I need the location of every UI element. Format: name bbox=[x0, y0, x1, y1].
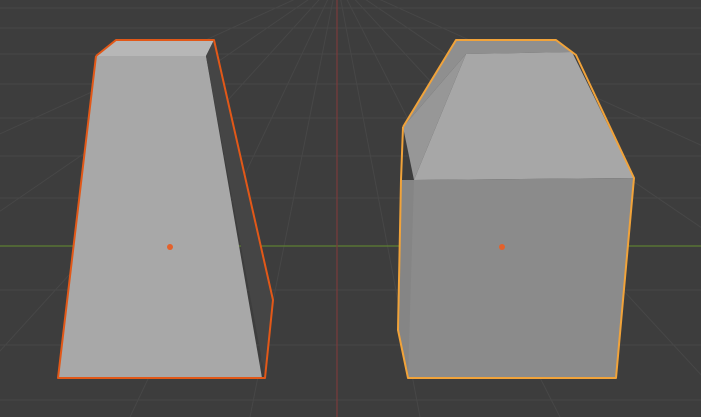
3d-viewport[interactable] bbox=[0, 0, 701, 417]
right-origin-dot bbox=[499, 244, 505, 250]
right-front-face bbox=[399, 178, 634, 378]
viewport-scene[interactable] bbox=[0, 0, 701, 417]
left-origin-dot bbox=[167, 244, 173, 250]
